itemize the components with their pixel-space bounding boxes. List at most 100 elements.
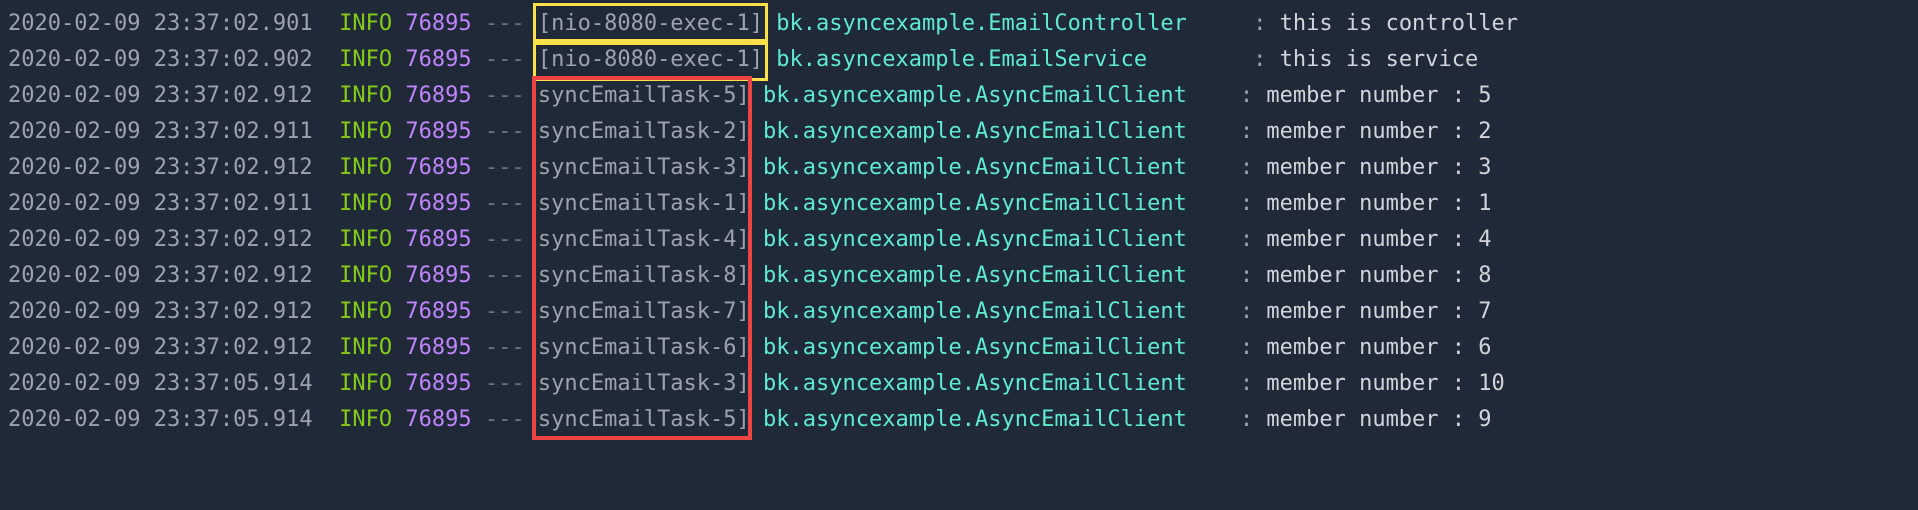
log-level: INFO [339,402,392,437]
timestamp: 2020-02-09 23:37:02.911 [8,114,313,149]
timestamp: 2020-02-09 23:37:02.911 [8,186,313,221]
log-message: member number : 1 [1266,186,1491,221]
separator: --- [485,42,525,77]
log-level: INFO [339,258,392,293]
timestamp: 2020-02-09 23:37:02.901 [8,6,313,41]
thread-name: syncEmailTask-3] [538,150,750,185]
log-level: INFO [339,222,392,257]
timestamp: 2020-02-09 23:37:02.912 [8,222,313,257]
pid: 76895 [405,294,471,329]
pid: 76895 [405,186,471,221]
thread-name: syncEmailTask-5] [538,78,750,113]
log-line: 2020-02-09 23:37:02.901 INFO 76895 --- [… [8,6,1910,42]
timestamp: 2020-02-09 23:37:02.902 [8,42,313,77]
log-line: 2020-02-09 23:37:02.912 INFO 76895 --- s… [8,78,1910,114]
log-message: member number : 2 [1266,114,1491,149]
log-line: 2020-02-09 23:37:02.912 INFO 76895 --- s… [8,258,1910,294]
separator: --- [485,330,525,365]
log-message: member number : 9 [1266,402,1491,437]
log-line: 2020-02-09 23:37:02.912 INFO 76895 --- s… [8,222,1910,258]
separator: --- [485,78,525,113]
pid: 76895 [405,366,471,401]
log-message: member number : 8 [1266,258,1491,293]
log-output: 2020-02-09 23:37:02.901 INFO 76895 --- [… [8,6,1910,438]
log-line: 2020-02-09 23:37:02.911 INFO 76895 --- s… [8,186,1910,222]
pid: 76895 [405,222,471,257]
logger-name: bk.asyncexample.AsyncEmailClient [763,294,1240,329]
log-message: member number : 6 [1266,330,1491,365]
timestamp: 2020-02-09 23:37:02.912 [8,294,313,329]
colon: : [1240,222,1253,257]
pid: 76895 [405,258,471,293]
colon: : [1240,366,1253,401]
log-level: INFO [339,186,392,221]
colon: : [1240,78,1253,113]
logger-name: bk.asyncexample.AsyncEmailClient [763,330,1240,365]
thread-name: syncEmailTask-3] [538,366,750,401]
pid: 76895 [405,6,471,41]
log-level: INFO [339,330,392,365]
log-line: 2020-02-09 23:37:02.912 INFO 76895 --- s… [8,330,1910,366]
separator: --- [485,186,525,221]
log-line: 2020-02-09 23:37:02.911 INFO 76895 --- s… [8,114,1910,150]
timestamp: 2020-02-09 23:37:05.914 [8,366,313,401]
thread-name: syncEmailTask-5] [538,402,750,437]
log-level: INFO [339,114,392,149]
logger-name: bk.asyncexample.EmailController [776,6,1253,41]
pid: 76895 [405,114,471,149]
pid: 76895 [405,330,471,365]
log-level: INFO [339,366,392,401]
pid: 76895 [405,78,471,113]
logger-name: bk.asyncexample.AsyncEmailClient [763,114,1240,149]
timestamp: 2020-02-09 23:37:02.912 [8,258,313,293]
colon: : [1240,402,1253,437]
logger-name: bk.asyncexample.AsyncEmailClient [763,78,1240,113]
separator: --- [485,222,525,257]
log-message: member number : 7 [1266,294,1491,329]
logger-name: bk.asyncexample.AsyncEmailClient [763,402,1240,437]
logger-name: bk.asyncexample.AsyncEmailClient [763,186,1240,221]
log-level: INFO [339,6,392,41]
thread-name: [nio-8080-exec-1] [533,3,768,44]
log-line: 2020-02-09 23:37:02.912 INFO 76895 --- s… [8,150,1910,186]
log-line: 2020-02-09 23:37:05.914 INFO 76895 --- s… [8,366,1910,402]
logger-name: bk.asyncexample.AsyncEmailClient [763,222,1240,257]
log-level: INFO [339,294,392,329]
separator: --- [485,294,525,329]
log-message: member number : 10 [1266,366,1504,401]
colon: : [1253,42,1266,77]
thread-name: syncEmailTask-1] [538,186,750,221]
log-message: this is controller [1280,6,1518,41]
separator: --- [485,150,525,185]
thread-name: [nio-8080-exec-1] [533,39,768,80]
colon: : [1253,6,1266,41]
log-line: 2020-02-09 23:37:02.902 INFO 76895 --- [… [8,42,1910,78]
thread-name: syncEmailTask-8] [538,258,750,293]
separator: --- [485,366,525,401]
colon: : [1240,330,1253,365]
log-level: INFO [339,150,392,185]
log-level: INFO [339,42,392,77]
logger-name: bk.asyncexample.AsyncEmailClient [763,366,1240,401]
log-message: this is service [1280,42,1479,77]
log-line: 2020-02-09 23:37:05.914 INFO 76895 --- s… [8,402,1910,438]
colon: : [1240,150,1253,185]
thread-name: syncEmailTask-4] [538,222,750,257]
timestamp: 2020-02-09 23:37:02.912 [8,78,313,113]
thread-name: syncEmailTask-2] [538,114,750,149]
colon: : [1240,294,1253,329]
log-level: INFO [339,78,392,113]
log-message: member number : 3 [1266,150,1491,185]
logger-name: bk.asyncexample.EmailService [776,42,1253,77]
separator: --- [485,6,525,41]
timestamp: 2020-02-09 23:37:02.912 [8,330,313,365]
thread-name: syncEmailTask-7] [538,294,750,329]
colon: : [1240,258,1253,293]
separator: --- [485,402,525,437]
pid: 76895 [405,42,471,77]
log-message: member number : 4 [1266,222,1491,257]
pid: 76895 [405,402,471,437]
thread-name: syncEmailTask-6] [538,330,750,365]
colon: : [1240,114,1253,149]
pid: 76895 [405,150,471,185]
